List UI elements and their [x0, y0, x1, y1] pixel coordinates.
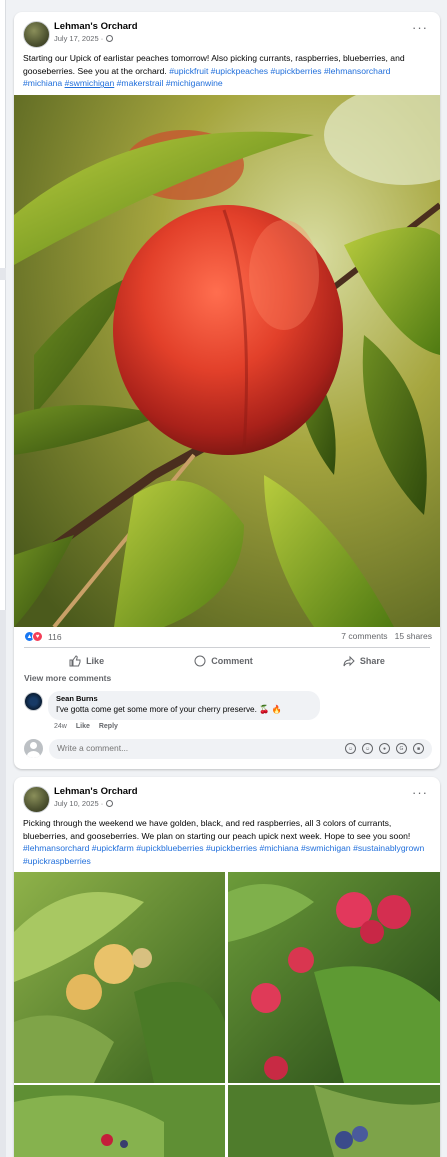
hashtags[interactable]: #lehmansorchard #upickfarm #upickblueber…	[23, 843, 424, 866]
post-timestamp[interactable]: July 10, 2025 ·	[54, 799, 114, 808]
comments-count[interactable]: 7 comments	[341, 631, 387, 641]
post-date[interactable]: July 17, 2025 ·	[54, 34, 103, 43]
globe-icon	[106, 800, 114, 807]
post-text: Starting our Upick of earlistar peaches …	[14, 52, 440, 90]
comment-tools: ☺ ☺ ● G ■	[345, 743, 424, 754]
comment-meta: 24w Like Reply	[54, 723, 118, 730]
post-photo-peach[interactable]	[14, 95, 440, 627]
feed-post: Lehman's Orchard July 17, 2025 · ··· Sta…	[14, 12, 440, 769]
comment-input[interactable]	[57, 743, 317, 753]
reaction-count[interactable]: 116	[48, 632, 62, 642]
comment-like-link[interactable]: Like	[76, 723, 90, 730]
left-panel-edge	[0, 0, 6, 1157]
page-avatar[interactable]	[23, 786, 50, 813]
speech-bubble-icon	[194, 655, 206, 666]
comment-button[interactable]: Comment	[194, 655, 253, 667]
post-actions: Like Comment Share	[24, 647, 430, 673]
berry-photos-illustration	[14, 872, 440, 1157]
gif-icon[interactable]: G	[396, 743, 407, 754]
share-button[interactable]: Share	[343, 655, 385, 667]
like-button[interactable]: Like	[69, 654, 105, 667]
post-header: Lehman's Orchard July 17, 2025 · ···	[14, 12, 440, 52]
photo-currants[interactable]	[14, 1085, 225, 1157]
comment-label: Comment	[211, 655, 253, 666]
commenter-name[interactable]: Sean Burns	[56, 694, 312, 703]
left-panel-card	[0, 0, 6, 268]
view-more-comments-link[interactable]: View more comments	[24, 673, 111, 683]
post-body: Picking through the weekend we have gold…	[23, 818, 411, 841]
hashtag-link[interactable]: #swmichigan	[65, 78, 115, 88]
commenter-avatar[interactable]	[24, 692, 43, 711]
comment-text: I've gotta come get some more of your ch…	[56, 705, 282, 714]
write-comment-box[interactable]: ☺ ☺ ● G ■	[49, 739, 432, 759]
comment-bubble: Sean Burns I've gotta come get some more…	[48, 691, 320, 720]
share-arrow-icon	[343, 655, 355, 666]
user-avatar	[24, 739, 43, 758]
comment-share-counts: 7 comments 15 shares	[341, 631, 432, 641]
emoji-icon[interactable]: ☺	[362, 743, 373, 754]
like-label: Like	[86, 655, 105, 666]
page-name-link[interactable]: Lehman's Orchard	[54, 21, 138, 32]
comment-age[interactable]: 24w	[54, 723, 67, 730]
left-panel-card	[0, 280, 6, 610]
page-avatar[interactable]	[23, 21, 50, 48]
shares-count[interactable]: 15 shares	[395, 631, 432, 641]
post-date[interactable]: July 10, 2025 ·	[54, 799, 103, 808]
post-timestamp[interactable]: July 17, 2025 ·	[54, 34, 114, 43]
comment-reply-link[interactable]: Reply	[99, 723, 118, 730]
peach-photo-illustration	[14, 95, 440, 627]
hashtags[interactable]: #makerstrail #michiganwine	[117, 78, 223, 88]
post-header: Lehman's Orchard July 10, 2025 · ···	[14, 777, 440, 817]
globe-icon	[106, 35, 114, 42]
reactions[interactable]: ▲ ♥ 116	[24, 631, 62, 642]
feed-post: Lehman's Orchard July 10, 2025 · ··· Pic…	[14, 777, 440, 1157]
love-reaction-icon: ♥	[32, 631, 43, 642]
engagement-counts: ▲ ♥ 116 7 comments 15 shares	[24, 631, 432, 645]
post-photo-grid	[14, 872, 440, 1157]
page-name-link[interactable]: Lehman's Orchard	[54, 786, 138, 797]
more-options-icon[interactable]: ···	[412, 785, 428, 800]
photo-golden-raspberries[interactable]	[14, 872, 225, 1083]
share-label: Share	[359, 655, 385, 666]
avatar-sticker-icon[interactable]: ☺	[345, 743, 356, 754]
more-options-icon[interactable]: ···	[412, 20, 428, 35]
sticker-icon[interactable]: ■	[413, 743, 424, 754]
post-text: Picking through the weekend we have gold…	[14, 817, 440, 867]
thumbs-up-icon	[69, 654, 81, 666]
camera-icon[interactable]: ●	[379, 743, 390, 754]
photo-red-raspberries[interactable]	[228, 872, 440, 1083]
photo-blueberries[interactable]	[228, 1085, 440, 1157]
